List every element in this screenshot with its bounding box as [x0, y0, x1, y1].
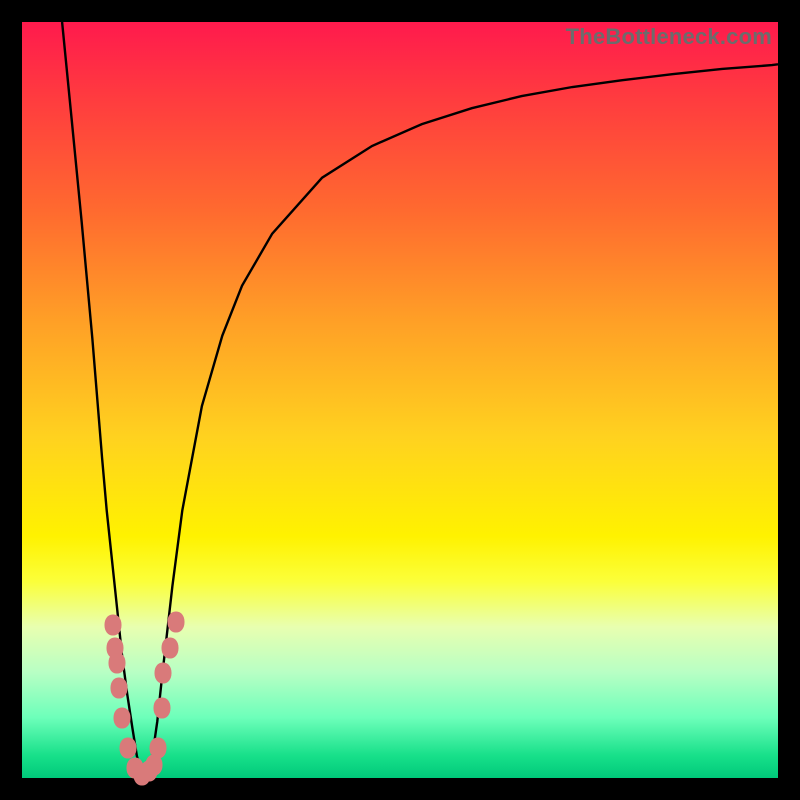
- marker-dot: [113, 708, 130, 729]
- chart-curves: [22, 22, 778, 778]
- marker-dot: [168, 612, 185, 633]
- marker-dot: [119, 737, 136, 758]
- marker-dot: [109, 653, 126, 674]
- marker-dot: [153, 697, 170, 718]
- marker-dot: [110, 678, 127, 699]
- marker-dot: [162, 637, 179, 658]
- marker-dot: [155, 662, 172, 683]
- marker-dot: [150, 737, 167, 758]
- stage: TheBottleneck.com: [0, 0, 800, 800]
- plot-area: TheBottleneck.com: [22, 22, 778, 778]
- marker-dot: [104, 615, 121, 636]
- curve-left: [62, 22, 142, 776]
- curve-right: [147, 64, 778, 775]
